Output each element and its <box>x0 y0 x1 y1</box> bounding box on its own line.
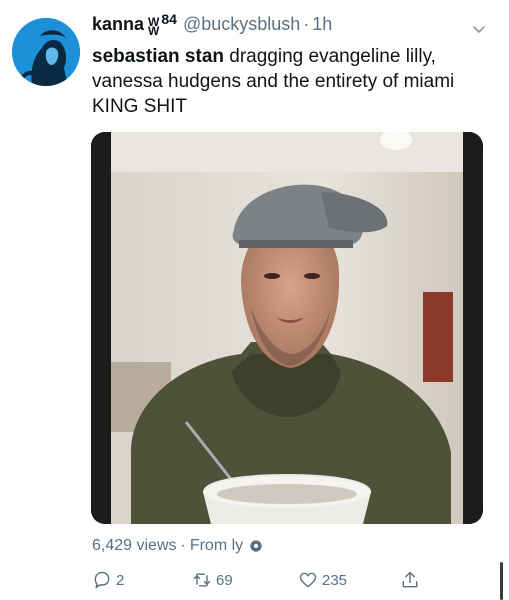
tweet-actions: 2 69 235 <box>92 570 432 594</box>
heart-icon <box>299 572 317 588</box>
separator-dot: · <box>180 537 186 554</box>
share-icon <box>402 571 418 588</box>
video-frame <box>91 132 483 524</box>
chevron-down-icon[interactable] <box>471 22 487 38</box>
retweet-count: 69 <box>216 571 233 589</box>
avatar-image <box>12 18 80 86</box>
reply-icon <box>94 571 110 589</box>
view-count-row: 6,429 views · From ly <box>92 537 263 555</box>
user-handle[interactable]: @buckysblush <box>183 14 300 35</box>
view-count: 6,429 views <box>92 537 177 554</box>
badge-number: 84 <box>161 11 177 27</box>
scrollbar[interactable] <box>500 562 503 600</box>
tweet-video[interactable] <box>91 132 483 524</box>
reply-button[interactable]: 2 <box>92 570 124 590</box>
separator-dot: · <box>303 14 310 34</box>
tweet-text-bold: sebastian stan <box>92 46 224 67</box>
display-name[interactable]: kanna <box>92 14 144 35</box>
name-badge: W W <box>148 16 160 38</box>
tweet-text: sebastian stan dragging evangeline lilly… <box>92 44 492 119</box>
tweet-card[interactable]: kanna W W 84 @buckysblush · 1h sebastian… <box>0 0 509 600</box>
timestamp[interactable]: 1h <box>312 14 332 35</box>
tweet-header: kanna W W 84 @buckysblush · 1h <box>92 11 489 40</box>
retweet-icon <box>193 573 211 587</box>
share-button[interactable] <box>400 570 424 590</box>
source-label[interactable]: From ly <box>190 537 243 555</box>
avatar[interactable] <box>12 18 80 86</box>
reply-count: 2 <box>116 571 125 589</box>
like-count: 235 <box>322 571 348 589</box>
badge-part: W <box>148 24 160 38</box>
gear-icon[interactable] <box>249 539 263 553</box>
retweet-button[interactable]: 69 <box>192 570 233 590</box>
like-button[interactable]: 235 <box>298 570 347 590</box>
